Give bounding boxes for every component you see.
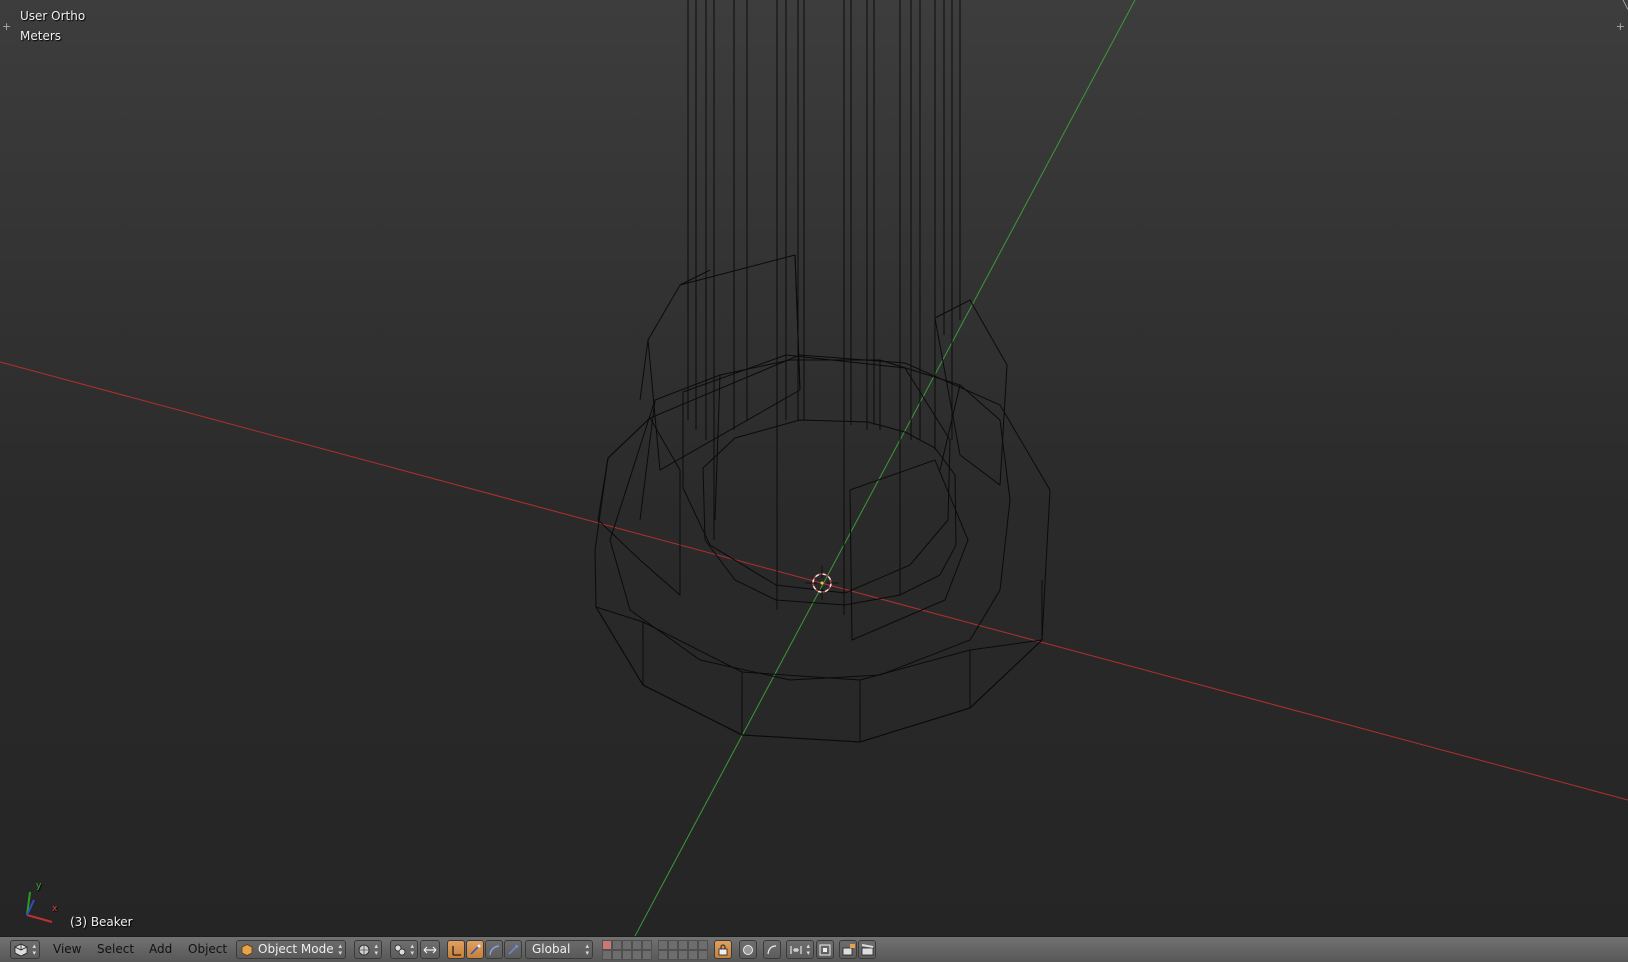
arc-widget-toggle[interactable] [485,940,503,959]
menu-object[interactable]: Object [188,940,227,959]
snap-increment-icon [790,946,802,954]
layer-toggle[interactable] [698,940,708,950]
updown-icon: ▴ ▾ [32,942,36,957]
mode-label: Object Mode [258,942,334,956]
sphere-shading-icon [358,944,370,956]
axis-gizmo [26,891,53,923]
rotate-icon [470,944,481,955]
units-label: Meters [20,29,62,43]
arc-icon [489,945,500,956]
3d-viewport[interactable]: User Ortho Meters y x (3) Beaker + + ╲ [0,0,1628,936]
layer-toggle[interactable] [678,940,688,950]
layer-toggle[interactable] [632,940,642,950]
orientation-label: Global [532,942,571,956]
menu-view[interactable]: View [53,940,81,959]
region-corner-top-left[interactable]: + [2,20,11,33]
proportional-edit-button[interactable] [739,940,757,959]
rotate-widget-toggle[interactable] [466,940,484,959]
scene-canvas[interactable] [0,0,1628,936]
editor-type-button[interactable]: ▴ ▾ [10,940,40,959]
magnet-icon [819,944,831,956]
3d-view-icon [14,943,28,957]
axis-gizmo-x-label: x [52,904,58,914]
layer-toggle[interactable] [688,940,698,950]
layer-toggle[interactable] [668,940,678,950]
scale-icon [508,945,518,955]
translate-widget-toggle[interactable] [447,940,465,959]
layer-toggle[interactable] [698,950,708,960]
updown-icon: ▴ ▾ [806,942,810,957]
viewport-shading-button[interactable]: ▴ ▾ [354,940,382,959]
layer-toggle[interactable] [668,950,678,960]
scale-widget-toggle[interactable] [504,940,522,959]
x-axis-line [0,361,1628,801]
layer-toggle[interactable] [602,940,612,950]
translate-arrow-icon [452,946,461,956]
axis-gizmo-y-label: y [36,881,42,891]
lock-icon [718,944,728,956]
layer-toggle[interactable] [642,940,652,950]
layer-toggle[interactable] [658,950,668,960]
updown-icon: ▴ ▾ [338,942,342,957]
falloff-curve-icon [767,945,777,955]
region-corner-top-right[interactable]: + [1616,20,1625,33]
layers-group-2[interactable] [658,940,708,960]
mode-dropdown[interactable]: Object Mode ▴ ▾ [236,940,346,959]
layer-toggle[interactable] [688,950,698,960]
layer-toggle[interactable] [612,940,622,950]
3d-cursor-icon[interactable] [805,566,839,600]
lock-camera-toggle[interactable] [714,940,732,959]
opengl-render-anim-button[interactable] [858,940,876,959]
falloff-button[interactable] [763,940,781,959]
menu-add[interactable]: Add [149,940,172,959]
layer-toggle[interactable] [642,950,652,960]
viewport-header: ▴ ▾ View Select Add Object Object Mode ▴ ▾… [0,936,1628,962]
manipulator-icon [423,946,437,954]
layer-toggle[interactable] [612,950,622,960]
snap-element-button[interactable]: ▴ ▾ [786,940,814,959]
layer-toggle[interactable] [678,950,688,960]
proportional-circle-icon [743,945,753,955]
manipulator-toggle[interactable] [420,940,440,959]
layer-toggle[interactable] [658,940,668,950]
active-object-label: (3) Beaker [70,915,133,929]
layers-group-1[interactable] [602,940,652,960]
cube-icon [241,944,253,956]
camera-render-icon [842,944,855,956]
split-handle-top-right[interactable]: ╲ [1621,0,1628,10]
pivot-point-button[interactable]: ▴ ▾ [390,940,418,959]
updown-icon: ▴ ▾ [374,942,378,957]
opengl-render-button[interactable] [839,940,857,959]
y-axis-line [634,0,1136,936]
beaker-wireframe[interactable] [594,0,1051,743]
view-name-label: User Ortho [20,9,86,23]
layer-toggle[interactable] [622,950,632,960]
layer-toggle[interactable] [602,950,612,960]
pivot-point-icon [394,944,406,956]
transform-orientation-dropdown[interactable]: Global ▴ ▾ [525,940,593,959]
clapper-icon [861,944,874,956]
snap-toggle[interactable] [816,940,834,959]
layer-toggle[interactable] [632,950,642,960]
updown-icon: ▴ ▾ [410,942,414,957]
layer-toggle[interactable] [622,940,632,950]
updown-icon: ▴ ▾ [585,942,589,957]
menu-select[interactable]: Select [97,940,134,959]
